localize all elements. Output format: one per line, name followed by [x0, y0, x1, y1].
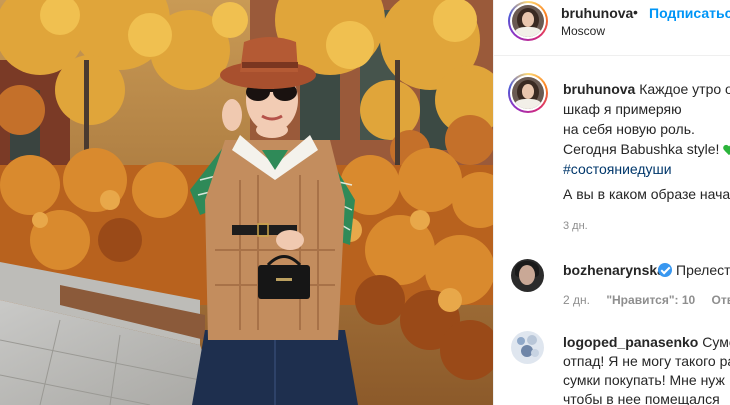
caption-timestamp[interactable]: 3 дн. [563, 220, 588, 232]
comment-text-line-3: сумки покупать! Мне нуж [563, 372, 725, 388]
verified-badge-icon [658, 263, 672, 277]
comment-username[interactable]: logoped_panasenko [563, 334, 698, 350]
caption-line-3: на себя новую роль. [563, 121, 695, 137]
author-username[interactable]: bruhunova [561, 5, 633, 21]
post-photo[interactable] [0, 0, 493, 405]
caption-username[interactable]: bruhunova [563, 81, 635, 97]
comment-reply-button[interactable]: Ответ [712, 293, 730, 307]
comment-username[interactable]: bozhenarynska [563, 262, 665, 278]
location-link[interactable]: Moscow [561, 24, 605, 38]
comment-likes-count[interactable]: "Нравится": 10 [606, 293, 695, 307]
photo-illustration [0, 0, 493, 405]
comment-timestamp[interactable]: 2 дн. [563, 293, 590, 307]
post-header: bruhunova • Подписаться Moscow [494, 0, 730, 56]
follow-button[interactable]: Подписаться [649, 5, 730, 21]
comment-meta: 2 дн. "Нравится": 10 Ответ [563, 293, 730, 307]
comment-avatar[interactable] [511, 259, 544, 292]
green-heart-emoji-icon [723, 145, 730, 156]
caption-line-1: Каждое утро о [639, 81, 730, 97]
comment-text: logoped_panasenko Сумо отпад! Я не могу … [563, 333, 730, 405]
caption-line-2: шкаф я примеряю [563, 101, 682, 117]
caption-hashtag[interactable]: #состояниедуши [563, 161, 672, 177]
caption-line-4: Сегодня Babushka style! [563, 141, 720, 157]
post-side-panel: bruhunova • Подписаться Moscow bruhunova… [493, 0, 730, 405]
comment-avatar[interactable] [511, 331, 544, 364]
comment-text-line-2: отпад! Я не могу такого ра [563, 353, 730, 369]
header-separator: • [633, 4, 638, 20]
caption-author-avatar[interactable] [508, 73, 548, 113]
post-caption: bruhunova Каждое утро о шкаф я примеряю … [563, 79, 730, 179]
author-avatar[interactable] [508, 1, 548, 41]
comment-text-line-4: чтобы в нее помещался [563, 391, 720, 405]
comment-text: Прелест [676, 262, 730, 278]
caption-question: А вы в каком образе нача [563, 186, 730, 202]
comment-text-line-1: Сумо [702, 334, 730, 350]
